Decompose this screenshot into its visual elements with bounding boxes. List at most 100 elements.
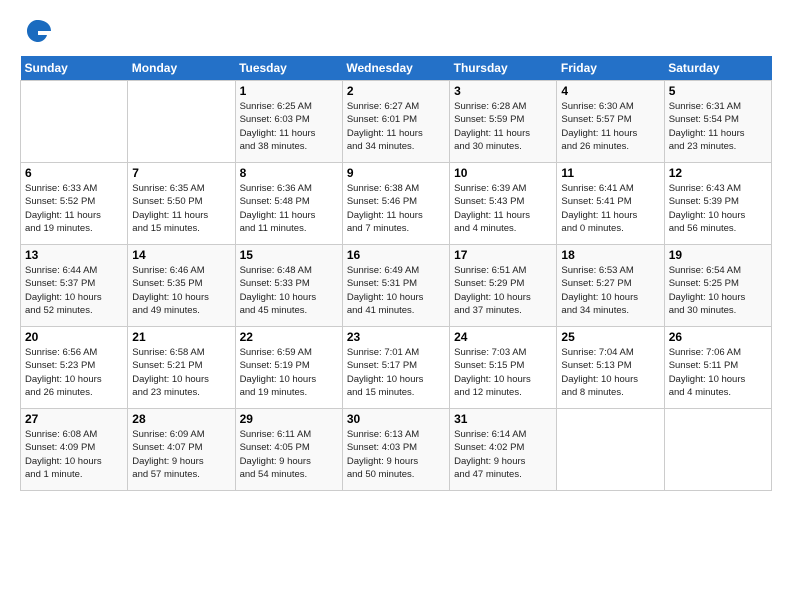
day-number: 30 bbox=[347, 412, 445, 426]
calendar-cell bbox=[664, 409, 771, 491]
calendar-cell: 6 Sunrise: 6:33 AM Sunset: 5:52 PM Daylig… bbox=[21, 163, 128, 245]
calendar-cell: 11Sunrise: 6:41 AM Sunset: 5:41 PM Dayli… bbox=[557, 163, 664, 245]
day-info: Sunrise: 7:04 AM Sunset: 5:13 PM Dayligh… bbox=[561, 346, 659, 399]
calendar-cell: 27Sunrise: 6:08 AM Sunset: 4:09 PM Dayli… bbox=[21, 409, 128, 491]
day-number: 28 bbox=[132, 412, 230, 426]
day-number: 20 bbox=[25, 330, 123, 344]
calendar-cell: 2 Sunrise: 6:27 AM Sunset: 6:01 PM Daylig… bbox=[342, 81, 449, 163]
calendar-cell: 10 Sunrise: 6:39 AM Sunset: 5:43 PM Dayli… bbox=[450, 163, 557, 245]
day-info: Sunrise: 7:01 AM Sunset: 5:17 PM Dayligh… bbox=[347, 346, 445, 399]
weekday-header-friday: Friday bbox=[557, 56, 664, 81]
weekday-header-thursday: Thursday bbox=[450, 56, 557, 81]
page-header bbox=[20, 16, 772, 46]
calendar-cell: 29Sunrise: 6:11 AM Sunset: 4:05 PM Dayli… bbox=[235, 409, 342, 491]
day-number: 24 bbox=[454, 330, 552, 344]
day-number: 6 bbox=[25, 166, 123, 180]
calendar-cell: 4 Sunrise: 6:30 AM Sunset: 5:57 PM Daylig… bbox=[557, 81, 664, 163]
day-number: 22 bbox=[240, 330, 338, 344]
day-info: Sunrise: 6:39 AM Sunset: 5:43 PM Dayligh… bbox=[454, 182, 552, 235]
day-info: Sunrise: 6:43 AM Sunset: 5:39 PM Dayligh… bbox=[669, 182, 767, 235]
calendar-cell: 8 Sunrise: 6:36 AM Sunset: 5:48 PM Daylig… bbox=[235, 163, 342, 245]
day-number: 27 bbox=[25, 412, 123, 426]
calendar-cell: 31Sunrise: 6:14 AM Sunset: 4:02 PM Dayli… bbox=[450, 409, 557, 491]
day-info: Sunrise: 7:06 AM Sunset: 5:11 PM Dayligh… bbox=[669, 346, 767, 399]
calendar-cell: 20 Sunrise: 6:56 AM Sunset: 5:23 PM Dayli… bbox=[21, 327, 128, 409]
day-info: Sunrise: 6:27 AM Sunset: 6:01 PM Dayligh… bbox=[347, 100, 445, 153]
day-info: Sunrise: 6:53 AM Sunset: 5:27 PM Dayligh… bbox=[561, 264, 659, 317]
day-info: Sunrise: 6:46 AM Sunset: 5:35 PM Dayligh… bbox=[132, 264, 230, 317]
day-number: 12 bbox=[669, 166, 767, 180]
weekday-header-row: SundayMondayTuesdayWednesdayThursdayFrid… bbox=[21, 56, 772, 81]
calendar-cell: 13 Sunrise: 6:44 AM Sunset: 5:37 PM Dayli… bbox=[21, 245, 128, 327]
day-number: 23 bbox=[347, 330, 445, 344]
calendar-cell bbox=[557, 409, 664, 491]
day-number: 1 bbox=[240, 84, 338, 98]
day-number: 5 bbox=[669, 84, 767, 98]
calendar-cell: 19 Sunrise: 6:54 AM Sunset: 5:25 PM Dayli… bbox=[664, 245, 771, 327]
day-number: 8 bbox=[240, 166, 338, 180]
logo-icon bbox=[22, 16, 52, 46]
day-info: Sunrise: 6:09 AM Sunset: 4:07 PM Dayligh… bbox=[132, 428, 230, 481]
calendar-cell: 30 Sunrise: 6:13 AM Sunset: 4:03 PM Dayli… bbox=[342, 409, 449, 491]
day-info: Sunrise: 6:31 AM Sunset: 5:54 PM Dayligh… bbox=[669, 100, 767, 153]
day-number: 13 bbox=[25, 248, 123, 262]
day-number: 15 bbox=[240, 248, 338, 262]
calendar-week-4: 20 Sunrise: 6:56 AM Sunset: 5:23 PM Dayli… bbox=[21, 327, 772, 409]
day-info: Sunrise: 6:30 AM Sunset: 5:57 PM Dayligh… bbox=[561, 100, 659, 153]
calendar-week-5: 27Sunrise: 6:08 AM Sunset: 4:09 PM Dayli… bbox=[21, 409, 772, 491]
day-number: 9 bbox=[347, 166, 445, 180]
calendar-cell bbox=[21, 81, 128, 163]
calendar-body: 1 Sunrise: 6:25 AM Sunset: 6:03 PM Daylig… bbox=[21, 81, 772, 491]
day-number: 18 bbox=[561, 248, 659, 262]
day-info: Sunrise: 6:58 AM Sunset: 5:21 PM Dayligh… bbox=[132, 346, 230, 399]
day-number: 26 bbox=[669, 330, 767, 344]
day-number: 2 bbox=[347, 84, 445, 98]
day-info: Sunrise: 6:56 AM Sunset: 5:23 PM Dayligh… bbox=[25, 346, 123, 399]
day-info: Sunrise: 6:38 AM Sunset: 5:46 PM Dayligh… bbox=[347, 182, 445, 235]
day-number: 21 bbox=[132, 330, 230, 344]
day-info: Sunrise: 6:25 AM Sunset: 6:03 PM Dayligh… bbox=[240, 100, 338, 153]
calendar-week-1: 1 Sunrise: 6:25 AM Sunset: 6:03 PM Daylig… bbox=[21, 81, 772, 163]
weekday-header-sunday: Sunday bbox=[21, 56, 128, 81]
calendar-week-3: 13 Sunrise: 6:44 AM Sunset: 5:37 PM Dayli… bbox=[21, 245, 772, 327]
calendar-cell: 28 Sunrise: 6:09 AM Sunset: 4:07 PM Dayli… bbox=[128, 409, 235, 491]
calendar-cell: 15 Sunrise: 6:48 AM Sunset: 5:33 PM Dayli… bbox=[235, 245, 342, 327]
day-number: 19 bbox=[669, 248, 767, 262]
day-info: Sunrise: 6:35 AM Sunset: 5:50 PM Dayligh… bbox=[132, 182, 230, 235]
calendar-cell bbox=[128, 81, 235, 163]
day-number: 7 bbox=[132, 166, 230, 180]
day-info: Sunrise: 6:44 AM Sunset: 5:37 PM Dayligh… bbox=[25, 264, 123, 317]
calendar-cell: 23 Sunrise: 7:01 AM Sunset: 5:17 PM Dayli… bbox=[342, 327, 449, 409]
calendar-cell: 26 Sunrise: 7:06 AM Sunset: 5:11 PM Dayli… bbox=[664, 327, 771, 409]
calendar-cell: 1 Sunrise: 6:25 AM Sunset: 6:03 PM Daylig… bbox=[235, 81, 342, 163]
calendar-week-2: 6 Sunrise: 6:33 AM Sunset: 5:52 PM Daylig… bbox=[21, 163, 772, 245]
calendar-cell: 17Sunrise: 6:51 AM Sunset: 5:29 PM Dayli… bbox=[450, 245, 557, 327]
calendar-cell: 21 Sunrise: 6:58 AM Sunset: 5:21 PM Dayli… bbox=[128, 327, 235, 409]
weekday-header-wednesday: Wednesday bbox=[342, 56, 449, 81]
day-info: Sunrise: 6:28 AM Sunset: 5:59 PM Dayligh… bbox=[454, 100, 552, 153]
day-info: Sunrise: 6:48 AM Sunset: 5:33 PM Dayligh… bbox=[240, 264, 338, 317]
day-number: 3 bbox=[454, 84, 552, 98]
day-number: 10 bbox=[454, 166, 552, 180]
calendar-cell: 9 Sunrise: 6:38 AM Sunset: 5:46 PM Daylig… bbox=[342, 163, 449, 245]
weekday-header-saturday: Saturday bbox=[664, 56, 771, 81]
calendar-cell: 7 Sunrise: 6:35 AM Sunset: 5:50 PM Daylig… bbox=[128, 163, 235, 245]
logo bbox=[20, 16, 52, 46]
weekday-header-monday: Monday bbox=[128, 56, 235, 81]
day-info: Sunrise: 6:33 AM Sunset: 5:52 PM Dayligh… bbox=[25, 182, 123, 235]
calendar-cell: 24Sunrise: 7:03 AM Sunset: 5:15 PM Dayli… bbox=[450, 327, 557, 409]
day-info: Sunrise: 6:41 AM Sunset: 5:41 PM Dayligh… bbox=[561, 182, 659, 235]
weekday-header-tuesday: Tuesday bbox=[235, 56, 342, 81]
day-number: 31 bbox=[454, 412, 552, 426]
day-info: Sunrise: 6:36 AM Sunset: 5:48 PM Dayligh… bbox=[240, 182, 338, 235]
day-info: Sunrise: 6:49 AM Sunset: 5:31 PM Dayligh… bbox=[347, 264, 445, 317]
day-number: 29 bbox=[240, 412, 338, 426]
day-number: 17 bbox=[454, 248, 552, 262]
day-info: Sunrise: 6:13 AM Sunset: 4:03 PM Dayligh… bbox=[347, 428, 445, 481]
calendar-cell: 22Sunrise: 6:59 AM Sunset: 5:19 PM Dayli… bbox=[235, 327, 342, 409]
day-number: 25 bbox=[561, 330, 659, 344]
day-number: 14 bbox=[132, 248, 230, 262]
calendar-cell: 25 Sunrise: 7:04 AM Sunset: 5:13 PM Dayli… bbox=[557, 327, 664, 409]
day-number: 4 bbox=[561, 84, 659, 98]
day-info: Sunrise: 6:54 AM Sunset: 5:25 PM Dayligh… bbox=[669, 264, 767, 317]
